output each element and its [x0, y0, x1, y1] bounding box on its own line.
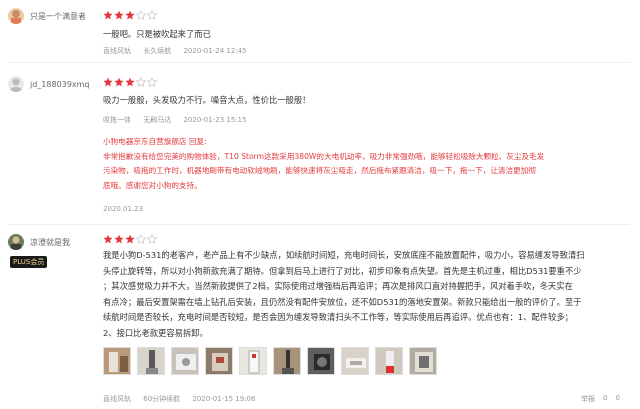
review-text: 吸力一般般，头发吸力不行。噪音大点，性价比一般般！ — [103, 95, 311, 105]
review-text: 一般吧。只是被吹起来了而已 — [103, 29, 211, 39]
review-photo[interactable] — [239, 347, 267, 375]
reply-line: 非常抱歉没有给您完美的购物体验，T10 Storm这款采用380W的大电机动率，… — [103, 151, 545, 161]
star-filled-icon — [125, 10, 135, 20]
star-empty-icon — [147, 77, 157, 87]
meta-date: 2020-01-23 15:15 — [183, 116, 247, 124]
photo-gallery — [103, 347, 437, 375]
review-photo[interactable] — [137, 347, 165, 375]
review-line: 头停止旋转等，所以对小狗新款充满了期待。但拿到后马上进行了对比，初步印象有点失望… — [103, 265, 582, 276]
like-count[interactable]: 0 — [603, 394, 607, 404]
review-text: 我是小狗D-531的老客户，老产品上有不少缺点，如续航时间短，充电时间长，安放底… — [103, 248, 623, 341]
meta-spec-1: 直线风轨 — [103, 395, 131, 403]
meta-spec-2: 长久续航 — [143, 47, 172, 55]
review-photo[interactable] — [307, 347, 335, 375]
star-empty-icon — [147, 10, 157, 20]
username: 凉澄就是我 — [30, 237, 70, 247]
reply-line: 底哦。感谢您对小狗的支持。 — [103, 180, 202, 190]
review-photo[interactable] — [171, 347, 199, 375]
plus-member-badge: PLUS会员 — [10, 256, 48, 268]
review-photo[interactable] — [375, 347, 403, 375]
review-line: 我是小狗D-531的老客户，老产品上有不少缺点，如续航时间短，充电时间长，安放底… — [103, 250, 585, 260]
review-photo[interactable] — [205, 347, 233, 375]
review-user[interactable]: 只是一个满意者 — [8, 8, 86, 24]
meta-spec-1: 直线风轨 — [103, 47, 131, 55]
meta-spec-1: 吸拖一体 — [103, 116, 131, 124]
review-meta: 直线风轨 60分钟续航 2020-01-15 19:06 — [103, 394, 265, 404]
review-photo[interactable] — [273, 347, 301, 375]
review-user[interactable]: jd_188039xmq — [8, 76, 89, 92]
star-rating — [103, 10, 157, 20]
star-filled-icon — [114, 234, 124, 244]
star-empty-icon — [136, 10, 146, 20]
star-filled-icon — [103, 234, 113, 244]
review-line: 2、接口比老款更容易拆卸。 — [103, 327, 208, 338]
reply-date: 2020.01.23 — [103, 205, 144, 213]
avatar[interactable] — [8, 76, 24, 92]
star-empty-icon — [136, 77, 146, 87]
review-meta: 吸拖一体 无刷马达 2020-01-23 15:15 — [103, 115, 257, 125]
report-link[interactable]: 举报 — [581, 394, 595, 404]
review-photo[interactable] — [409, 347, 437, 375]
meta-spec-2: 无刷马达 — [143, 116, 172, 124]
review-line: 有点冷；最后安置架需在墙上钻孔后安装，且仍然没有配件安放位，还不如D531的落地… — [103, 296, 582, 307]
review-line: ；其次感觉吸力并不大，当然新款提供了2档，实际使用过增强档后再追评；再次是排风口… — [103, 281, 573, 291]
review-photo[interactable] — [341, 347, 369, 375]
review-meta: 直线风轨 长久续航 2020-01-24 12:45 — [103, 46, 257, 56]
reply-line: 污染物，吸拖的工作时，机器地刷带有电动软绒地刷，能够快速将灰尘吸走，然后拖布紧跟… — [103, 166, 536, 176]
review-photo[interactable] — [103, 347, 131, 375]
star-filled-icon — [125, 234, 135, 244]
reply-title: 小狗电器京东自营旗舰店 回复: — [103, 137, 207, 146]
review-actions: 举报 0 0 — [581, 394, 620, 404]
review-1: 只是一个满意者 一般吧。只是被吹起来了而已 直线风轨 长久续航 2020-01-… — [0, 0, 640, 56]
review-user[interactable]: 凉澄就是我 — [8, 234, 70, 250]
star-filled-icon — [114, 77, 124, 87]
avatar[interactable] — [8, 234, 24, 250]
review-2: jd_188039xmq 吸力一般般，头发吸力不行。噪音大点，性价比一般般！ 吸… — [0, 62, 640, 224]
star-filled-icon — [114, 10, 124, 20]
star-filled-icon — [125, 77, 135, 87]
avatar[interactable] — [8, 8, 24, 24]
seller-reply: 小狗电器京东自营旗舰店 回复: 非常抱歉没有给您完美的购物体验，T10 Stor… — [103, 135, 623, 193]
review-3: 凉澄就是我 PLUS会员 我是小狗D-531的老客户，老产品上有不少缺点，如续航… — [0, 224, 640, 409]
star-empty-icon — [136, 234, 146, 244]
meta-date: 2020-01-15 19:06 — [192, 395, 256, 403]
star-rating — [103, 234, 157, 244]
review-line: 续航时间是否较长，充电时间是否较短，是否会因为缠发导致清扫头不工作等，等实际使用… — [103, 312, 573, 322]
meta-spec-2: 60分钟续航 — [143, 395, 181, 403]
meta-date: 2020-01-24 12:45 — [183, 47, 247, 55]
star-rating — [103, 77, 157, 87]
star-filled-icon — [103, 10, 113, 20]
star-empty-icon — [147, 234, 157, 244]
star-filled-icon — [103, 77, 113, 87]
username: 只是一个满意者 — [30, 11, 86, 21]
reply-count[interactable]: 0 — [616, 394, 620, 404]
username: jd_188039xmq — [30, 79, 90, 89]
